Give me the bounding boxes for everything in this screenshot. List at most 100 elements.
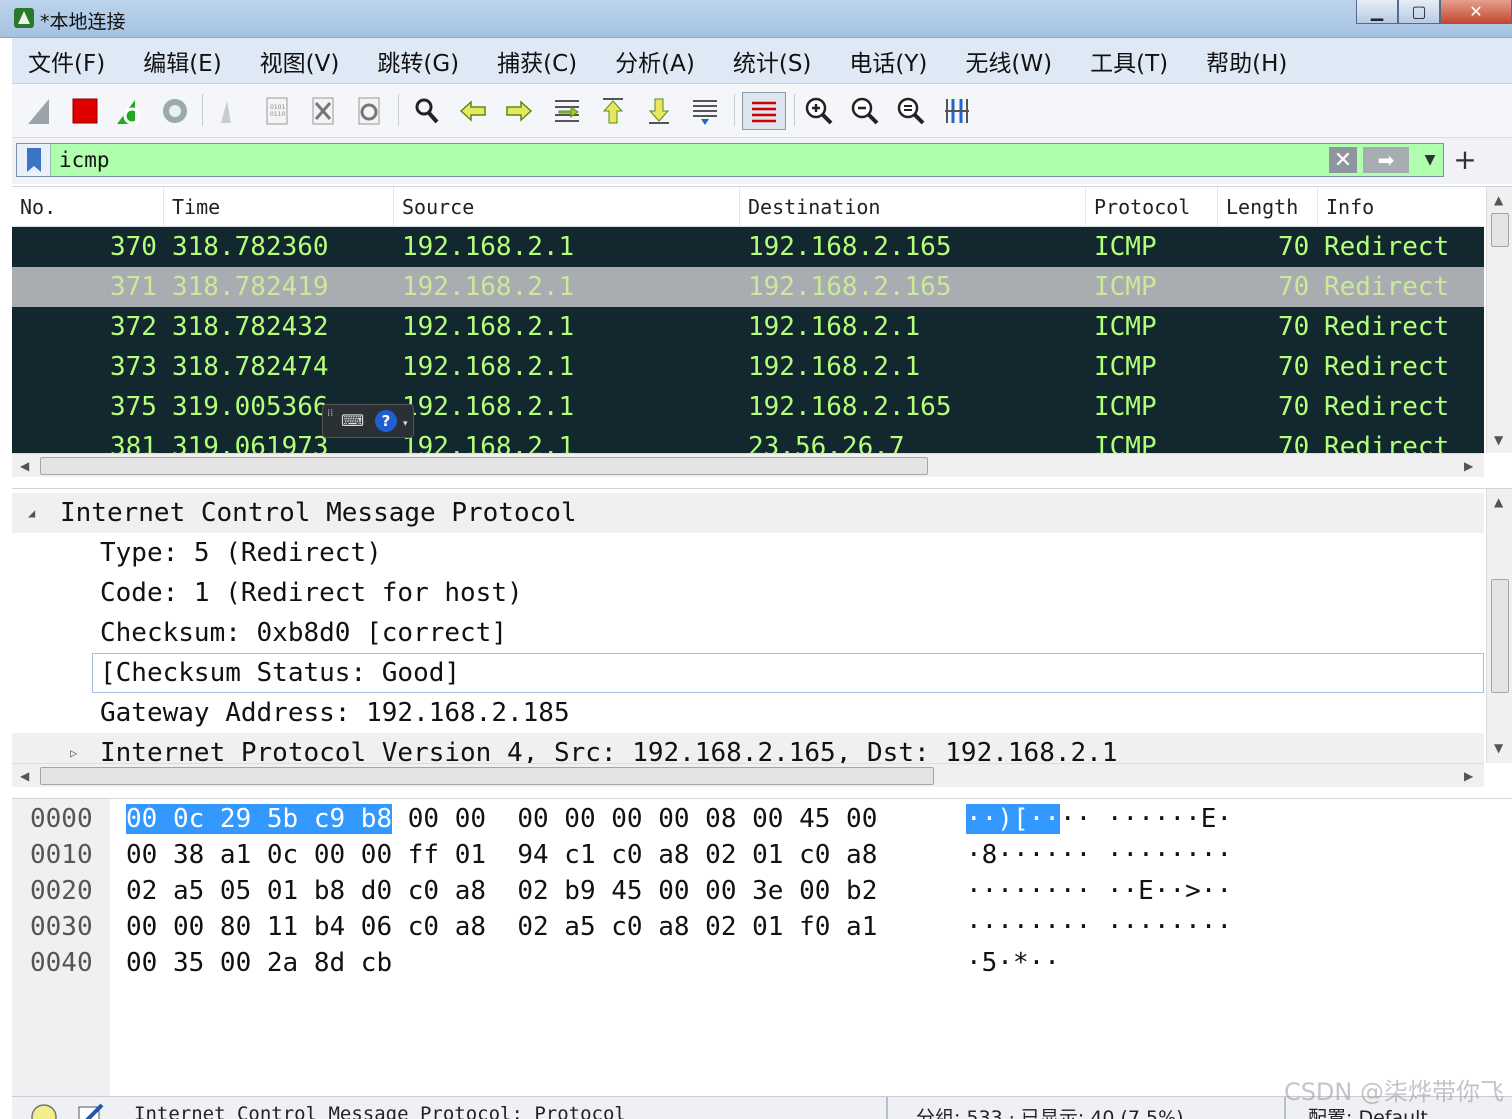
- ascii-bytes[interactable]: ··)[···· ······E·: [966, 801, 1232, 837]
- menu-tools[interactable]: 工具(T): [1074, 44, 1184, 78]
- save-file-button[interactable]: 0101 0110: [260, 94, 294, 128]
- packet-row[interactable]: 373 318.782474 192.168.2.1 192.168.2.1 I…: [12, 347, 1484, 387]
- scrollbar-thumb[interactable]: [40, 767, 934, 785]
- tree-field[interactable]: Type: 5 (Redirect): [12, 533, 1484, 573]
- normal-size-icon: [897, 97, 925, 125]
- details-vertical-scrollbar[interactable]: ▲ ▼: [1486, 489, 1512, 763]
- colorize-button[interactable]: [742, 92, 786, 130]
- tree-item-ipv4[interactable]: ▷ Internet Protocol Version 4, Src: 192.…: [12, 733, 1484, 763]
- ime-floating-toolbar[interactable]: ⁞⁞ ⌨ ? ▾: [322, 404, 414, 438]
- zoom-in-icon: [805, 97, 833, 125]
- tree-field[interactable]: Gateway Address: 192.168.2.185: [12, 693, 1484, 733]
- details-horizontal-scrollbar[interactable]: ◀ ▶: [12, 763, 1484, 787]
- go-to-packet-button[interactable]: [550, 94, 584, 128]
- apply-filter-button[interactable]: ➡: [1363, 147, 1409, 173]
- open-file-button[interactable]: [212, 94, 246, 128]
- menu-view[interactable]: 视图(V): [244, 44, 356, 78]
- menu-telephony[interactable]: 电话(Y): [833, 44, 943, 78]
- minimize-button[interactable]: ▁: [1356, 0, 1398, 24]
- cell-length: 70: [1278, 272, 1310, 302]
- maximize-icon: ▢: [1411, 2, 1427, 21]
- autoscroll-button[interactable]: [688, 94, 722, 128]
- tree-item-icmp[interactable]: ◢ Internet Control Message Protocol: [12, 493, 1484, 533]
- menu-file[interactable]: 文件(F): [12, 44, 121, 78]
- clear-filter-button[interactable]: ✕: [1329, 147, 1357, 173]
- packet-list-vertical-scrollbar[interactable]: ▲ ▼: [1486, 187, 1512, 453]
- scrollbar-thumb[interactable]: [40, 457, 928, 475]
- zoom-out-button[interactable]: [848, 94, 882, 128]
- scroll-up-icon: ▲: [1494, 495, 1504, 509]
- tree-item-label: Internet Protocol Version 4, Src: 192.16…: [100, 738, 1118, 763]
- column-header-time[interactable]: Time: [164, 187, 394, 227]
- go-back-button[interactable]: [456, 94, 490, 128]
- expert-info-icon[interactable]: [30, 1103, 58, 1119]
- hex-bytes[interactable]: 02 a5 05 01 b8 d0 c0 a8 02 b9 45 00 00 3…: [126, 873, 877, 909]
- menu-analyze[interactable]: 分析(A): [599, 44, 711, 78]
- hex-bytes[interactable]: 00 00 80 11 b4 06 c0 a8 02 a5 c0 a8 02 0…: [126, 909, 877, 945]
- menu-capture[interactable]: 捕获(C): [481, 44, 593, 78]
- ascii-bytes[interactable]: ·8······ ········: [966, 837, 1232, 873]
- menu-edit[interactable]: 编辑(E): [127, 44, 237, 78]
- column-header-info[interactable]: Info: [1318, 187, 1484, 227]
- first-packet-button[interactable]: [596, 94, 630, 128]
- packet-row[interactable]: 372 318.782432 192.168.2.1 192.168.2.1 I…: [12, 307, 1484, 347]
- packet-row-selected[interactable]: 371 318.782419 192.168.2.1 192.168.2.165…: [12, 267, 1484, 307]
- ascii-bytes[interactable]: ········ ········: [966, 909, 1232, 945]
- column-header-source[interactable]: Source: [394, 187, 740, 227]
- menu-statistics[interactable]: 统计(S): [717, 44, 828, 78]
- help-icon[interactable]: ?: [375, 410, 397, 432]
- drag-grip-icon[interactable]: ⁞⁞: [327, 409, 335, 433]
- go-to-packet-icon: [555, 100, 579, 122]
- display-filter-input[interactable]: [59, 146, 1319, 174]
- packet-row[interactable]: 370 318.782360 192.168.2.1 192.168.2.165…: [12, 227, 1484, 267]
- add-filter-button-button[interactable]: +: [1452, 142, 1478, 176]
- menu-help[interactable]: 帮助(H): [1190, 44, 1303, 78]
- zoom-out-icon: [851, 97, 879, 125]
- options-arrow-icon[interactable]: ▾: [403, 419, 408, 429]
- reload-file-button[interactable]: [352, 94, 386, 128]
- filter-history-dropdown[interactable]: ▼: [1417, 144, 1443, 176]
- start-capture-button[interactable]: [24, 94, 58, 128]
- scroll-down-icon: ▼: [1494, 433, 1504, 447]
- close-button[interactable]: ✕: [1440, 0, 1512, 24]
- ascii-bytes[interactable]: ········ ··E··>··: [966, 873, 1232, 909]
- stop-capture-button[interactable]: [68, 94, 102, 128]
- packet-row[interactable]: 381 319.061973 192.168.2.1 23.56.26.7 IC…: [12, 427, 1484, 453]
- packet-list-horizontal-scrollbar[interactable]: ◀ ▶: [12, 453, 1484, 477]
- filter-bookmark-button[interactable]: [17, 144, 51, 176]
- maximize-button[interactable]: ▢: [1398, 0, 1440, 24]
- column-header-no[interactable]: No.: [12, 187, 164, 227]
- column-header-destination[interactable]: Destination: [740, 187, 1086, 227]
- collapse-arrow-icon[interactable]: ◢: [28, 493, 35, 533]
- tree-field[interactable]: Code: 1 (Redirect for host): [12, 573, 1484, 613]
- hex-bytes[interactable]: 00 0c 29 5b c9 b8 00 00 00 00 00 00 08 0…: [126, 801, 877, 837]
- column-header-length[interactable]: Length: [1218, 187, 1318, 227]
- tree-field[interactable]: Checksum: 0xb8d0 [correct]: [12, 613, 1484, 653]
- expand-arrow-icon[interactable]: ▷: [70, 733, 77, 763]
- capture-comment-icon[interactable]: [76, 1101, 106, 1119]
- find-packet-button[interactable]: [410, 94, 444, 128]
- scrollbar-thumb[interactable]: [1491, 579, 1509, 693]
- column-header-protocol[interactable]: Protocol: [1086, 187, 1218, 227]
- keyboard-icon[interactable]: ⌨: [341, 411, 369, 433]
- ascii-bytes[interactable]: ·5·*··: [966, 945, 1060, 981]
- hex-bytes[interactable]: 00 38 a1 0c 00 00 ff 01 94 c1 c0 a8 02 0…: [126, 837, 877, 873]
- status-packet-count: 分组: 533 · 已显示: 40 (7.5%): [916, 1107, 1184, 1119]
- go-forward-button[interactable]: [502, 94, 536, 128]
- menu-go[interactable]: 跳转(G): [361, 44, 475, 78]
- wireshark-app-icon: [14, 8, 34, 28]
- normal-size-button[interactable]: [894, 94, 928, 128]
- hex-bytes[interactable]: 00 35 00 2a 8d cb: [126, 945, 392, 981]
- tree-field-focused[interactable]: [Checksum Status: Good]: [92, 653, 1484, 693]
- cell-protocol: ICMP: [1094, 272, 1157, 302]
- scrollbar-thumb[interactable]: [1491, 213, 1509, 247]
- resize-columns-button[interactable]: [940, 94, 974, 128]
- zoom-in-button[interactable]: [802, 94, 836, 128]
- close-file-button[interactable]: [306, 94, 340, 128]
- capture-options-button[interactable]: [158, 94, 192, 128]
- restart-capture-button[interactable]: [112, 94, 146, 128]
- menu-wireless[interactable]: 无线(W): [949, 44, 1068, 78]
- last-packet-button[interactable]: [642, 94, 676, 128]
- hex-rest: 02 a5 05 01 b8 d0 c0 a8 02 b9 45 00 00 3…: [126, 876, 878, 906]
- packet-row[interactable]: 375 319.005366 192.168.2.1 192.168.2.165…: [12, 387, 1484, 427]
